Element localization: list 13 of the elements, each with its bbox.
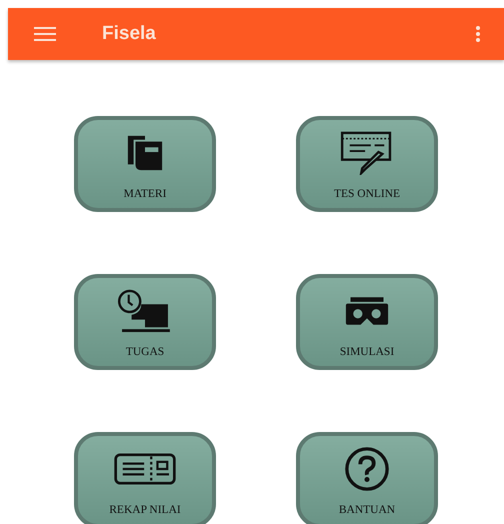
help-icon <box>344 446 390 492</box>
menu-tile[interactable]: BANTUAN <box>296 432 438 524</box>
more-options-icon[interactable] <box>476 26 480 42</box>
menu-tile[interactable]: TUGAS <box>74 274 216 370</box>
vr-headset-icon <box>345 295 389 327</box>
form-and-pen-icon <box>340 131 394 175</box>
menu-tile[interactable]: MATERI <box>74 116 216 212</box>
menu-tile[interactable]: TES ONLINE <box>296 116 438 212</box>
card-with-lines-icon <box>113 453 177 485</box>
app-title: Fisela <box>102 23 157 45</box>
menu-tile[interactable]: SIMULASI <box>296 274 438 370</box>
menu-tile[interactable]: REKAP NILAI <box>74 432 216 524</box>
menu-icon[interactable] <box>34 27 56 41</box>
